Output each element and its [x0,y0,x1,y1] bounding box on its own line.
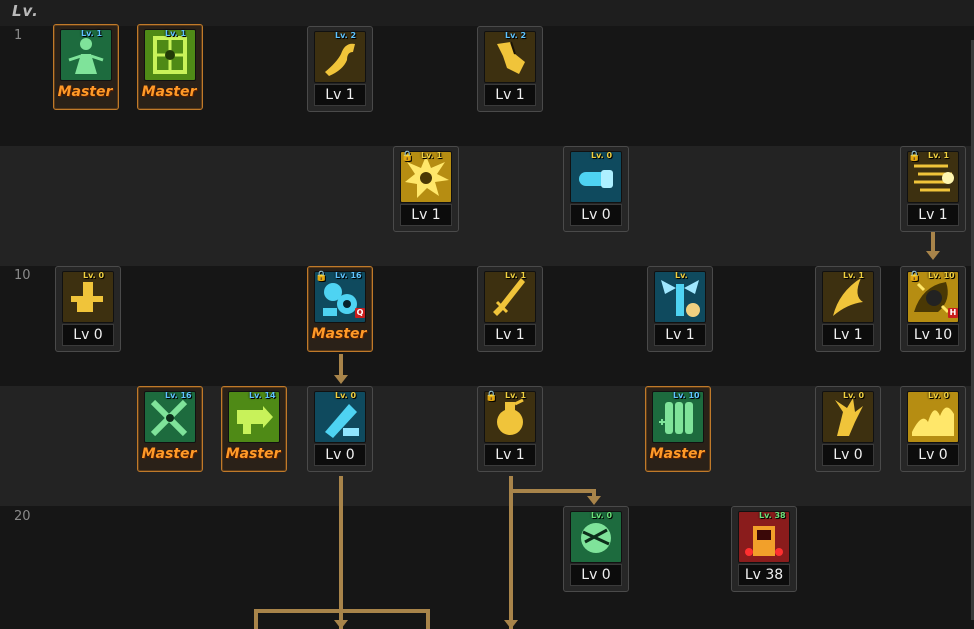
lock-icon: 🔒 [908,151,921,162]
skill-slot[interactable]: Lv. 10 🔒 H Lv 10 [900,266,966,352]
skill-level-tag: Lv. 2 [505,31,527,40]
skill-level-tag: Lv. 2 [335,31,357,40]
skill-level-tag: Lv. 1 [81,29,103,38]
lock-icon: 🔒 [908,271,921,282]
skill-level-value: Lv 1 [654,324,706,346]
skill-level-tag: Lv. 0 [591,511,613,520]
connector-line [509,476,513,629]
skill-level-value: Lv 1 [400,204,452,226]
skill-slot[interactable]: Lv. 1 Lv 1 [477,266,543,352]
skill-level-value: Lv 1 [484,444,536,466]
skill-level-tag: Lv. [675,271,688,280]
connector-line [254,609,258,629]
master-label: Master [57,84,113,100]
header-bar [0,0,974,26]
row-label-level: 1 [14,28,23,43]
skill-level-value: Lv 1 [484,84,536,106]
skill-slot[interactable]: Lv. 2 Lv 1 [307,26,373,112]
skill-level-value: Lv 38 [738,564,790,586]
connector-line [509,489,596,493]
skill-slot[interactable]: Lv. 16 🔒 Q Master [307,266,373,352]
connector-arrow-icon [334,620,348,629]
skill-slot[interactable]: Lv. 0 Lv 0 [307,386,373,472]
skill-slot[interactable]: Lv. 38 Lv 38 [731,506,797,592]
skill-level-tag: Lv. 10 [928,271,955,280]
skill-level-tag: Lv. 0 [83,271,105,280]
skill-level-tag: Lv. 16 [165,391,192,400]
skill-slot[interactable]: Lv. 1 🔒 Lv 1 [477,386,543,472]
skill-level-value: Lv 1 [822,324,874,346]
skill-slot[interactable]: Lv. 0 Lv 0 [563,506,629,592]
skill-level-tag: Lv. 1 [421,151,443,160]
skill-level-tag: Lv. 1 [505,391,527,400]
skill-level-value: Lv 0 [314,444,366,466]
skill-level-tag: Lv. 0 [928,391,950,400]
connector-arrow-icon [334,375,348,384]
skill-slot[interactable]: Lv. 1 Lv 1 [815,266,881,352]
skill-slot[interactable]: Lv. 1 Master [137,24,203,110]
skill-level-value: Lv 0 [570,564,622,586]
row-label-level: 10 [14,268,31,283]
skill-level-tag: Lv. 16 [335,271,362,280]
skill-level-value: Lv 0 [822,444,874,466]
connector-arrow-icon [504,620,518,629]
master-label: Master [141,84,197,100]
lock-icon: 🔒 [401,151,414,162]
skill-slot[interactable]: Lv. 0 Lv 0 [55,266,121,352]
connector-line [339,354,343,376]
skill-level-tag: Lv. 0 [843,391,865,400]
skill-level-value: Lv 10 [907,324,959,346]
tier-band [0,506,974,629]
row-label-level: 20 [14,509,31,524]
skill-level-value: Lv 1 [907,204,959,226]
skill-slot[interactable]: Lv. 1 🔒 Lv 1 [900,146,966,232]
lock-icon: 🔒 [315,271,328,282]
connector-line [426,609,430,629]
connector-line [254,609,430,613]
skill-slot[interactable]: Lv. Lv 1 [647,266,713,352]
connector-line [339,476,343,629]
skill-tree: Lv. 1 10 20 Lv. 1 Master Lv. 1 Master Lv. 2L… [0,0,974,629]
skill-level-value: Lv 1 [484,324,536,346]
skill-level-tag: Lv. 38 [759,511,786,520]
skill-slot[interactable]: Lv. 0 Lv 0 [815,386,881,472]
tier-band [0,146,974,266]
connector-arrow-icon [926,251,940,260]
level-column-heading: Lv. [12,2,39,20]
skill-slot[interactable]: Lv. 10 Master [645,386,711,472]
skill-slot[interactable]: Lv. 14 Master [221,386,287,472]
skill-level-tag: Lv. 1 [843,271,865,280]
skill-level-tag: Lv. 0 [591,151,613,160]
connector-arrow-icon [587,496,601,505]
master-label: Master [649,446,705,462]
skill-level-tag: Lv. 0 [335,391,357,400]
master-label: Master [141,446,197,462]
hotkey-badge: H [948,308,958,318]
hotkey-badge: Q [355,308,365,318]
connector-line [931,232,935,252]
skill-level-value: Lv 1 [314,84,366,106]
skill-level-value: Lv 0 [907,444,959,466]
skill-slot[interactable]: Lv. 16 Master [137,386,203,472]
skill-level-tag: Lv. 14 [249,391,276,400]
skill-level-tag: Lv. 10 [673,391,700,400]
lock-icon: 🔒 [485,391,498,402]
skill-slot[interactable]: Lv. 1 Master [53,24,119,110]
skill-slot[interactable]: Lv. 0 Lv 0 [563,146,629,232]
skill-slot[interactable]: Lv. 2 Lv 1 [477,26,543,112]
master-label: Master [225,446,281,462]
skill-level-tag: Lv. 1 [505,271,527,280]
skill-level-tag: Lv. 1 [928,151,950,160]
skill-level-value: Lv 0 [62,324,114,346]
master-label: Master [311,326,367,342]
skill-slot[interactable]: Lv. 0 Lv 0 [900,386,966,472]
skill-slot[interactable]: Lv. 1 🔒 Lv 1 [393,146,459,232]
skill-level-value: Lv 0 [570,204,622,226]
skill-level-tag: Lv. 1 [165,29,187,38]
